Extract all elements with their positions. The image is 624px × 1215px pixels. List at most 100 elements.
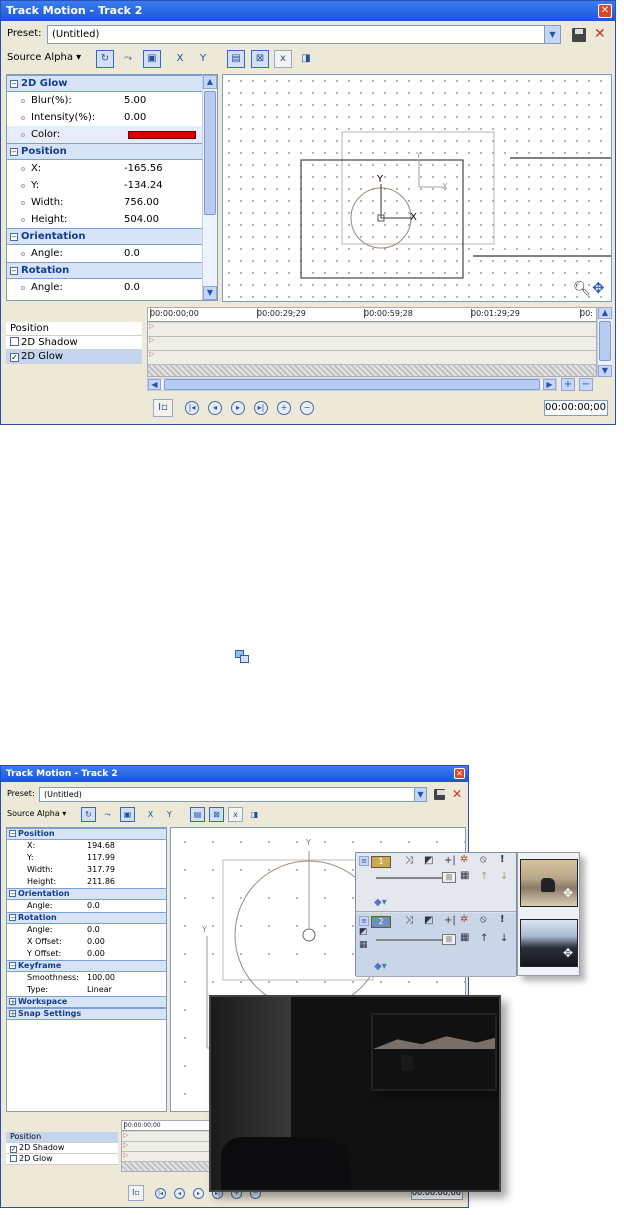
level-slider-thumb[interactable]: |||: [442, 934, 456, 945]
y-offset-value[interactable]: 0.00: [87, 948, 105, 960]
track-2d-glow[interactable]: ✓ 2D Glow: [6, 350, 142, 364]
x-axis-icon[interactable]: x: [228, 807, 243, 822]
last-keyframe-icon[interactable]: ▸|: [254, 401, 268, 415]
chevron-down-icon[interactable]: ▼: [544, 26, 560, 43]
mute-icon[interactable]: ⦸: [480, 854, 487, 865]
pan-crop-icon[interactable]: ✥: [563, 946, 573, 960]
section-header[interactable]: − Position: [7, 828, 166, 840]
close-icon[interactable]: ✕: [598, 4, 612, 18]
make-compositing-child-icon[interactable]: ▦: [460, 932, 469, 943]
lock-y-icon[interactable]: Y: [162, 807, 177, 822]
section-header[interactable]: − Orientation: [7, 888, 166, 900]
height-value[interactable]: 504.00: [124, 211, 159, 228]
save-preset-icon[interactable]: [572, 28, 586, 42]
properties-scrollbar[interactable]: ▲ ▼: [202, 75, 217, 300]
prevent-movement-icon[interactable]: ⤳: [100, 807, 115, 822]
mute-icon[interactable]: ⦸: [480, 914, 487, 925]
checkbox[interactable]: ✓: [10, 353, 19, 362]
next-keyframe-icon[interactable]: ▸: [231, 401, 245, 415]
scroll-thumb[interactable]: [599, 321, 611, 361]
glow-color-swatch[interactable]: [128, 131, 196, 139]
workspace-canvas[interactable]: Y X Y X 🔍︎ ✥: [222, 74, 612, 302]
scroll-left-icon[interactable]: ◀: [148, 379, 161, 390]
source-alpha-dropdown[interactable]: Source Alpha ▾: [7, 809, 66, 818]
lane-2d-shadow[interactable]: [122, 1141, 220, 1152]
lock-x-icon[interactable]: X: [171, 50, 189, 68]
width-value[interactable]: 756.00: [124, 194, 159, 211]
preset-dropdown[interactable]: (Untitled) ▼: [39, 787, 427, 802]
preset-dropdown[interactable]: (Untitled) ▼: [47, 25, 561, 44]
lock-envelopes-icon[interactable]: I▫: [128, 1185, 144, 1201]
prev-keyframe-icon[interactable]: ◂: [174, 1188, 185, 1199]
lane-position[interactable]: [148, 322, 596, 337]
scale-about-center-icon[interactable]: ⊠: [209, 807, 224, 822]
section-header[interactable]: − Keyframe: [7, 960, 166, 972]
pan-icon[interactable]: ✥: [592, 279, 605, 297]
track-position[interactable]: Position: [6, 1132, 118, 1143]
lock-envelopes-icon[interactable]: I▫: [153, 399, 173, 417]
collapse-track-icon[interactable]: ≡: [359, 916, 369, 926]
position-x-value[interactable]: 194.68: [87, 840, 115, 852]
section-header[interactable]: −2D Glow: [7, 75, 217, 92]
height-value[interactable]: 211.86: [87, 876, 115, 888]
keyframe-timeline[interactable]: 00:00:00;00: [121, 1120, 221, 1172]
enable-3d-icon[interactable]: ▣: [143, 50, 161, 68]
position-y-value[interactable]: -134.24: [124, 177, 163, 194]
lock-x-icon[interactable]: X: [143, 807, 158, 822]
position-y-value[interactable]: 117.99: [87, 852, 115, 864]
track-2d-shadow[interactable]: 2D Shadow: [6, 336, 142, 350]
scroll-thumb[interactable]: [164, 379, 540, 390]
timeline-hscroll[interactable]: ◀ ▶: [147, 378, 557, 391]
zoom-in-icon[interactable]: +: [561, 378, 575, 391]
solo-icon[interactable]: !: [500, 854, 505, 865]
position-x-value[interactable]: -165.56: [124, 160, 163, 177]
smoothness-value[interactable]: 100.00: [87, 972, 115, 984]
keyframe-type-value[interactable]: Linear: [87, 984, 112, 996]
scroll-down-icon[interactable]: ▼: [203, 286, 217, 300]
scroll-up-icon[interactable]: ▲: [203, 75, 217, 89]
scale-about-center-icon[interactable]: ⊠: [251, 50, 269, 68]
delete-preset-icon[interactable]: ✕: [452, 787, 462, 801]
solo-icon[interactable]: !: [500, 914, 505, 925]
zoom-out-icon[interactable]: −: [579, 378, 593, 391]
scroll-right-icon[interactable]: ▶: [543, 379, 556, 390]
collapse-track-icon[interactable]: ≡: [359, 856, 369, 866]
lane-2d-glow[interactable]: [148, 350, 596, 365]
close-icon[interactable]: ✕: [454, 768, 465, 779]
composite-parent-icon[interactable]: ◩: [424, 855, 433, 866]
move-down-icon[interactable]: ↓: [500, 871, 508, 882]
delete-keyframe-icon[interactable]: −: [300, 401, 314, 415]
compositing-mode-icon[interactable]: +|: [444, 915, 456, 926]
move-up-icon[interactable]: ↑: [480, 871, 488, 882]
width-value[interactable]: 317.79: [87, 864, 115, 876]
track-motion-icon[interactable]: ⤨: [405, 855, 413, 866]
move-up-icon[interactable]: ↑: [480, 933, 488, 944]
timeline-vscroll[interactable]: ▲ ▼: [597, 307, 612, 377]
composite-parent-icon[interactable]: ◩: [424, 915, 433, 926]
scroll-down-icon[interactable]: ▼: [598, 365, 612, 377]
save-preset-icon[interactable]: [434, 789, 445, 800]
section-header-workspace[interactable]: + Workspace: [7, 996, 166, 1008]
section-header[interactable]: − Position: [7, 143, 217, 160]
first-keyframe-icon[interactable]: |◂: [185, 401, 199, 415]
zoom-icon[interactable]: 🔍︎: [573, 281, 591, 297]
move-down-icon[interactable]: ↓: [500, 933, 508, 944]
parent-fx-icon[interactable]: ▦: [359, 940, 368, 950]
add-keyframe-icon[interactable]: +: [277, 401, 291, 415]
lock-y-icon[interactable]: Y: [194, 50, 212, 68]
checkbox[interactable]: [10, 1155, 17, 1162]
section-header[interactable]: − Rotation: [7, 262, 217, 279]
orientation-angle-value[interactable]: 0.0: [87, 900, 100, 912]
track-position[interactable]: Position: [6, 322, 142, 336]
x-offset-value[interactable]: 0.00: [87, 936, 105, 948]
timecode-display[interactable]: 00:00:00;00: [544, 400, 608, 416]
first-keyframe-icon[interactable]: |◂: [155, 1188, 166, 1199]
snap-to-grid-icon[interactable]: ▤: [190, 807, 205, 822]
rotation-angle-value[interactable]: 0.0: [87, 924, 100, 936]
snap-to-grid-icon[interactable]: ▤: [227, 50, 245, 68]
prev-keyframe-icon[interactable]: ◂: [208, 401, 222, 415]
keyframe-timeline[interactable]: 00:00:00;00 00:00:29;29 00:00:59;28 00:0…: [147, 307, 597, 377]
edit-in-object-space-icon[interactable]: ↻: [96, 50, 114, 68]
section-header[interactable]: − Rotation: [7, 912, 166, 924]
parent-motion-icon[interactable]: ◩: [359, 927, 368, 937]
